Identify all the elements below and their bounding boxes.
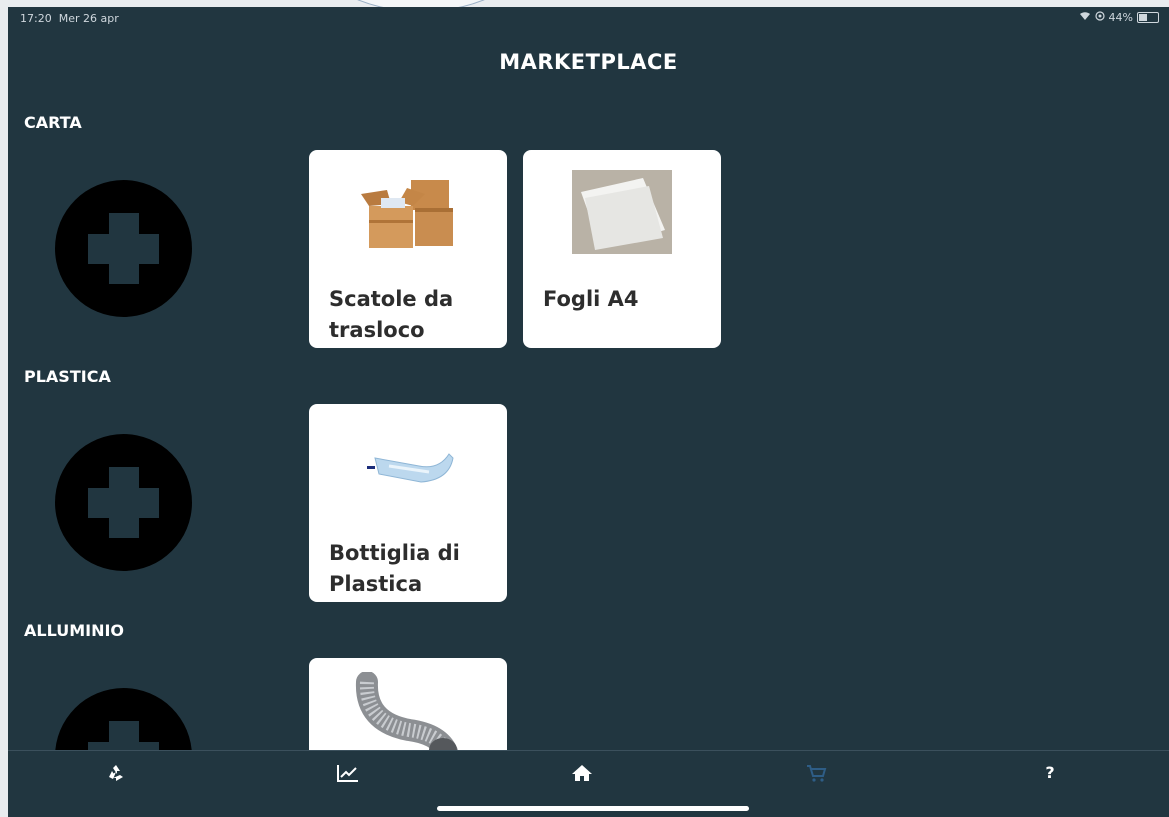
section-label-carta: CARTA [24,113,82,132]
recycle-icon [106,765,126,788]
tab-statistics[interactable] [328,763,368,789]
cart-icon [805,765,827,788]
chart-icon [336,765,360,788]
orientation-lock-icon [1094,11,1105,24]
home-icon [571,765,593,788]
battery-icon [1137,12,1159,23]
status-time-date: 17:20 Mer 26 apr [20,12,119,25]
product-title: Fogli A4 [543,287,639,311]
tab-cart[interactable] [796,763,836,789]
battery-level [1139,14,1147,21]
product-card-scatole[interactable]: Scatole da trasloco [309,150,507,348]
product-title: Scatole da trasloco [329,287,454,342]
battery-percent: 44% [1108,11,1133,24]
page-title: MARKETPLACE [499,50,678,74]
app-screen: 17:20 Mer 26 apr 44% MARKETPLACE CARTA S… [8,7,1169,817]
status-indicators: 44% [1079,11,1159,24]
plastic-bottle-image [309,418,507,518]
section-label-plastica: PLASTICA [24,367,111,386]
help-icon: ? [1045,763,1055,782]
product-card-bottiglia[interactable]: Bottiglia di Plastica [309,404,507,602]
product-title: Bottiglia di Plastica [329,541,460,596]
home-indicator[interactable] [437,806,749,811]
cardboard-boxes-image [309,164,507,264]
product-card-fogli-a4[interactable]: Fogli A4 [523,150,721,348]
status-date: Mer 26 apr [58,12,119,25]
status-bar: 17:20 Mer 26 apr 44% [8,7,1169,29]
paper-sheets-image [523,164,721,264]
add-carta-button[interactable] [55,180,192,317]
tab-help[interactable]: ? [1030,763,1070,789]
tab-home[interactable] [562,763,602,789]
wifi-icon [1079,11,1091,24]
add-plastica-button[interactable] [55,434,192,571]
section-label-alluminio: ALLUMINIO [24,621,125,640]
tab-recycle[interactable] [96,763,136,789]
status-time: 17:20 [20,12,52,25]
